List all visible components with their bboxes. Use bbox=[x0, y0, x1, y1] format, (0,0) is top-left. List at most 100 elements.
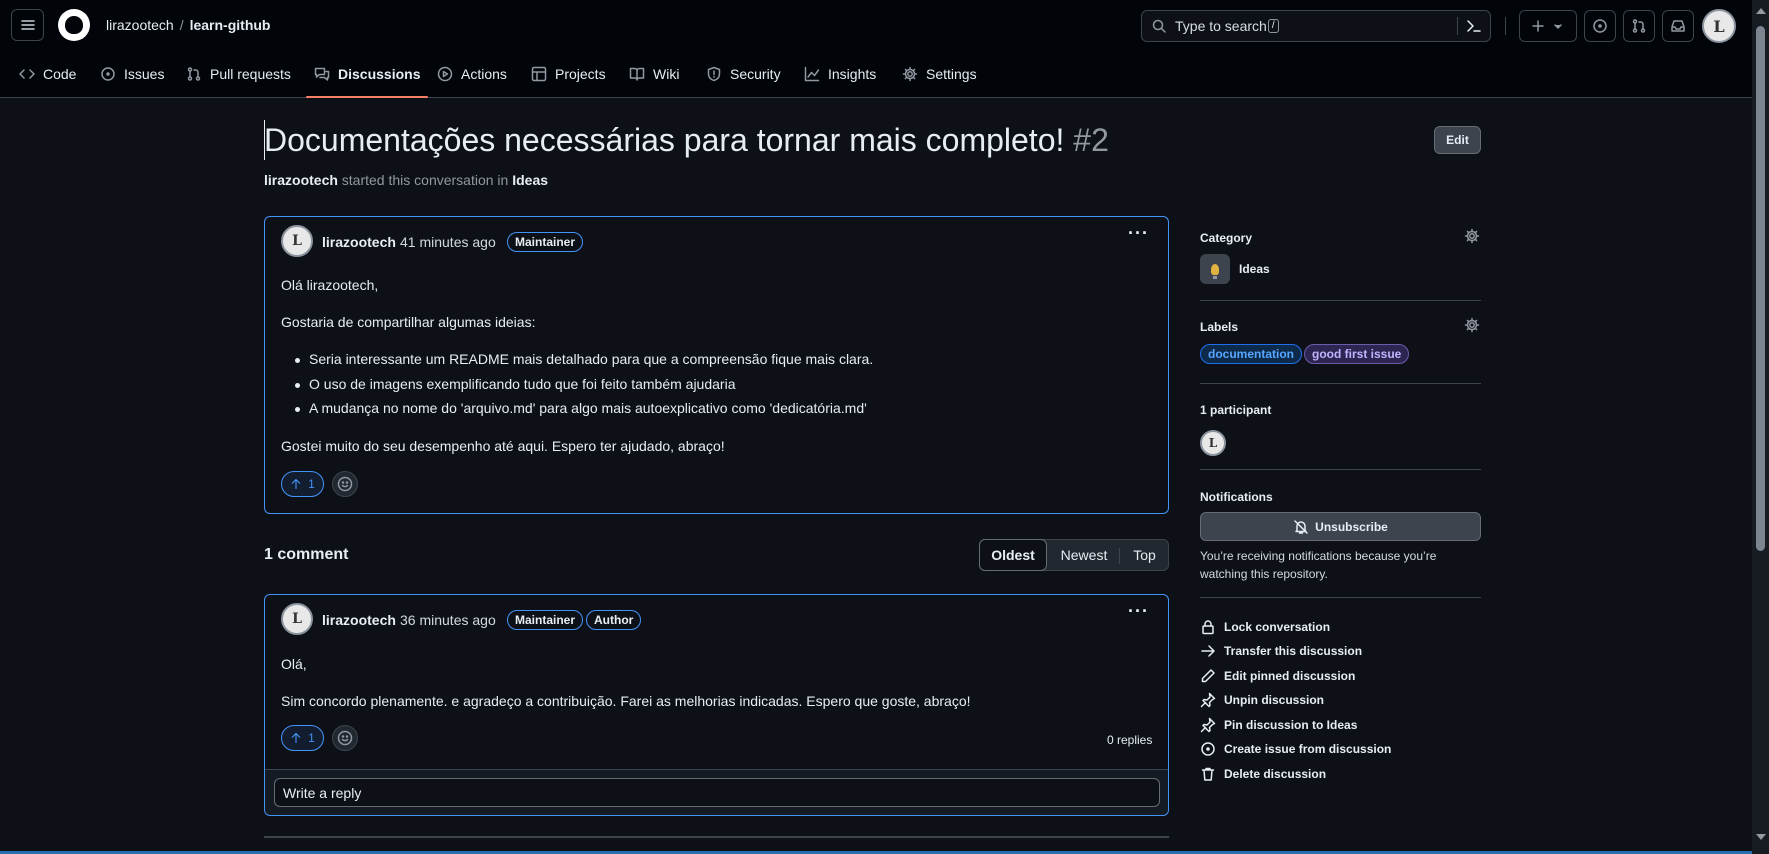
unsubscribe-button[interactable]: Unsubscribe bbox=[1200, 512, 1481, 541]
delete-discussion-action[interactable]: Delete discussion bbox=[1200, 765, 1326, 783]
action-label: Unpin discussion bbox=[1224, 693, 1325, 707]
pull-requests-button[interactable] bbox=[1623, 10, 1655, 42]
author-name[interactable]: lirazootech bbox=[322, 234, 396, 250]
action-label: Edit pinned discussion bbox=[1224, 669, 1356, 683]
pencil-icon bbox=[1200, 668, 1216, 684]
github-logo[interactable] bbox=[58, 9, 90, 41]
pin-discussion-action[interactable]: Pin discussion to Ideas bbox=[1200, 716, 1357, 734]
tab-projects[interactable]: Projects bbox=[531, 50, 606, 98]
pull-request-icon bbox=[1631, 18, 1647, 34]
sort-segmented-control: Oldest Newest Top bbox=[979, 539, 1169, 571]
discussion-subtitle: lirazootech started this conversation in… bbox=[264, 172, 548, 188]
pull-request-icon bbox=[186, 66, 202, 82]
create-issue-action[interactable]: Create issue from discussion bbox=[1200, 740, 1391, 758]
gear-icon[interactable] bbox=[1464, 317, 1480, 333]
scrollbar-thumb[interactable] bbox=[1756, 26, 1765, 551]
tab-security[interactable]: Security bbox=[706, 50, 781, 98]
hamburger-icon bbox=[20, 17, 36, 33]
sort-top[interactable]: Top bbox=[1120, 540, 1169, 570]
tab-issues[interactable]: Issues bbox=[100, 50, 164, 98]
book-icon bbox=[629, 66, 645, 82]
arrow-up-icon bbox=[290, 478, 302, 490]
tab-discussions[interactable]: Discussions bbox=[305, 50, 430, 98]
breadcrumb-repo[interactable]: learn-github bbox=[190, 17, 271, 33]
tab-actions-label: Actions bbox=[461, 66, 507, 82]
labels-heading: Labels bbox=[1200, 320, 1239, 334]
tab-insights-label: Insights bbox=[828, 66, 877, 82]
menu-button[interactable] bbox=[11, 9, 44, 41]
tab-insights[interactable]: Insights bbox=[804, 50, 876, 98]
discussion-icon bbox=[314, 66, 330, 82]
breadcrumb: lirazootech / learn-github bbox=[106, 17, 270, 33]
notification-notice: You’re receiving notifications because y… bbox=[1200, 549, 1437, 581]
author-avatar[interactable]: L bbox=[281, 225, 313, 257]
repo-nav: Code Issues Pull requests Discussions Ac… bbox=[0, 50, 1752, 98]
author-avatar[interactable]: L bbox=[281, 603, 313, 635]
timeline-divider bbox=[264, 836, 1169, 838]
post-timestamp[interactable]: 41 minutes ago bbox=[400, 234, 496, 250]
scroll-up-icon[interactable] bbox=[1756, 8, 1766, 14]
reply-input[interactable]: Write a reply bbox=[274, 778, 1160, 807]
inbox-button[interactable] bbox=[1662, 10, 1694, 42]
edit-pinned-discussion-action[interactable]: Edit pinned discussion bbox=[1200, 667, 1355, 685]
kebab-menu-icon[interactable]: ··· bbox=[1128, 601, 1149, 622]
transfer-discussion-action[interactable]: Transfer this discussion bbox=[1200, 642, 1362, 660]
bell-slash-icon bbox=[1293, 519, 1309, 535]
gear-icon bbox=[902, 66, 918, 82]
create-new-button[interactable] bbox=[1519, 10, 1577, 42]
sort-newest[interactable]: Newest bbox=[1049, 540, 1119, 570]
breadcrumb-owner[interactable]: lirazootech bbox=[106, 17, 174, 33]
tab-settings-label: Settings bbox=[926, 66, 977, 82]
tab-actions[interactable]: Actions bbox=[437, 50, 507, 98]
add-reaction-button[interactable] bbox=[332, 471, 358, 497]
sort-oldest[interactable]: Oldest bbox=[979, 539, 1047, 571]
sidebar-divider bbox=[1200, 300, 1481, 301]
upvote-button[interactable]: 1 bbox=[281, 471, 324, 497]
tab-security-label: Security bbox=[730, 66, 781, 82]
tab-settings[interactable]: Settings bbox=[902, 50, 977, 98]
category-name[interactable]: Ideas bbox=[1239, 262, 1270, 276]
tab-code[interactable]: Code bbox=[19, 50, 76, 98]
scroll-down-icon[interactable] bbox=[1756, 834, 1766, 840]
upvote-button[interactable]: 1 bbox=[281, 725, 324, 751]
post-intro: Gostaria de compartilhar algumas ideias: bbox=[281, 314, 536, 330]
issues-button[interactable] bbox=[1584, 10, 1616, 42]
lock-conversation-action[interactable]: Lock conversation bbox=[1200, 618, 1330, 636]
discussion-title: Documentações necessárias para tornar ma… bbox=[264, 122, 1109, 159]
comment-body: Sim concordo plenamente. e agradeço a co… bbox=[281, 693, 971, 709]
upvote-count: 1 bbox=[308, 477, 315, 491]
label-good-first-issue[interactable]: good first issue bbox=[1304, 344, 1410, 364]
sidebar-divider bbox=[1200, 383, 1481, 384]
add-reaction-button[interactable] bbox=[332, 725, 358, 751]
label-documentation[interactable]: documentation bbox=[1200, 344, 1302, 364]
top-header: lirazootech / learn-github Type to search /… bbox=[0, 0, 1752, 50]
command-palette-icon[interactable] bbox=[1466, 18, 1482, 34]
search-input[interactable]: Type to search / bbox=[1141, 10, 1491, 42]
discussion-number: #2 bbox=[1073, 122, 1109, 158]
category-emoji bbox=[1200, 254, 1230, 284]
trash-icon bbox=[1200, 766, 1216, 782]
unpin-discussion-action[interactable]: Unpin discussion bbox=[1200, 691, 1324, 709]
page-scrollbar[interactable] bbox=[1752, 0, 1769, 854]
comment-box: L lirazootech 36 minutes ago Maintainer … bbox=[264, 594, 1169, 816]
gear-icon[interactable] bbox=[1464, 228, 1480, 244]
edit-button[interactable]: Edit bbox=[1434, 126, 1481, 154]
participant-avatar[interactable]: L bbox=[1200, 430, 1226, 456]
user-avatar[interactable]: L bbox=[1702, 9, 1736, 43]
discussion-post: L lirazootech 41 minutes ago Maintainer … bbox=[264, 216, 1169, 514]
tab-pull-requests-label: Pull requests bbox=[210, 66, 291, 82]
reply-count: 0 replies bbox=[1107, 733, 1153, 747]
starter-link[interactable]: lirazootech bbox=[264, 172, 338, 188]
comment-timestamp[interactable]: 36 minutes ago bbox=[400, 612, 496, 628]
smiley-icon bbox=[337, 730, 353, 746]
category-link[interactable]: Ideas bbox=[512, 172, 548, 188]
arrow-up-icon bbox=[290, 732, 302, 744]
search-placeholder: Type to search bbox=[1175, 18, 1267, 34]
author-name[interactable]: lirazootech bbox=[322, 612, 396, 628]
list-item: A mudança no nome do 'arquivo.md' para a… bbox=[295, 400, 867, 416]
github-mark-icon bbox=[65, 16, 83, 34]
tab-pull-requests[interactable]: Pull requests bbox=[186, 50, 291, 98]
sidebar-divider bbox=[1200, 597, 1481, 598]
tab-wiki[interactable]: Wiki bbox=[629, 50, 679, 98]
kebab-menu-icon[interactable]: ··· bbox=[1128, 223, 1149, 244]
